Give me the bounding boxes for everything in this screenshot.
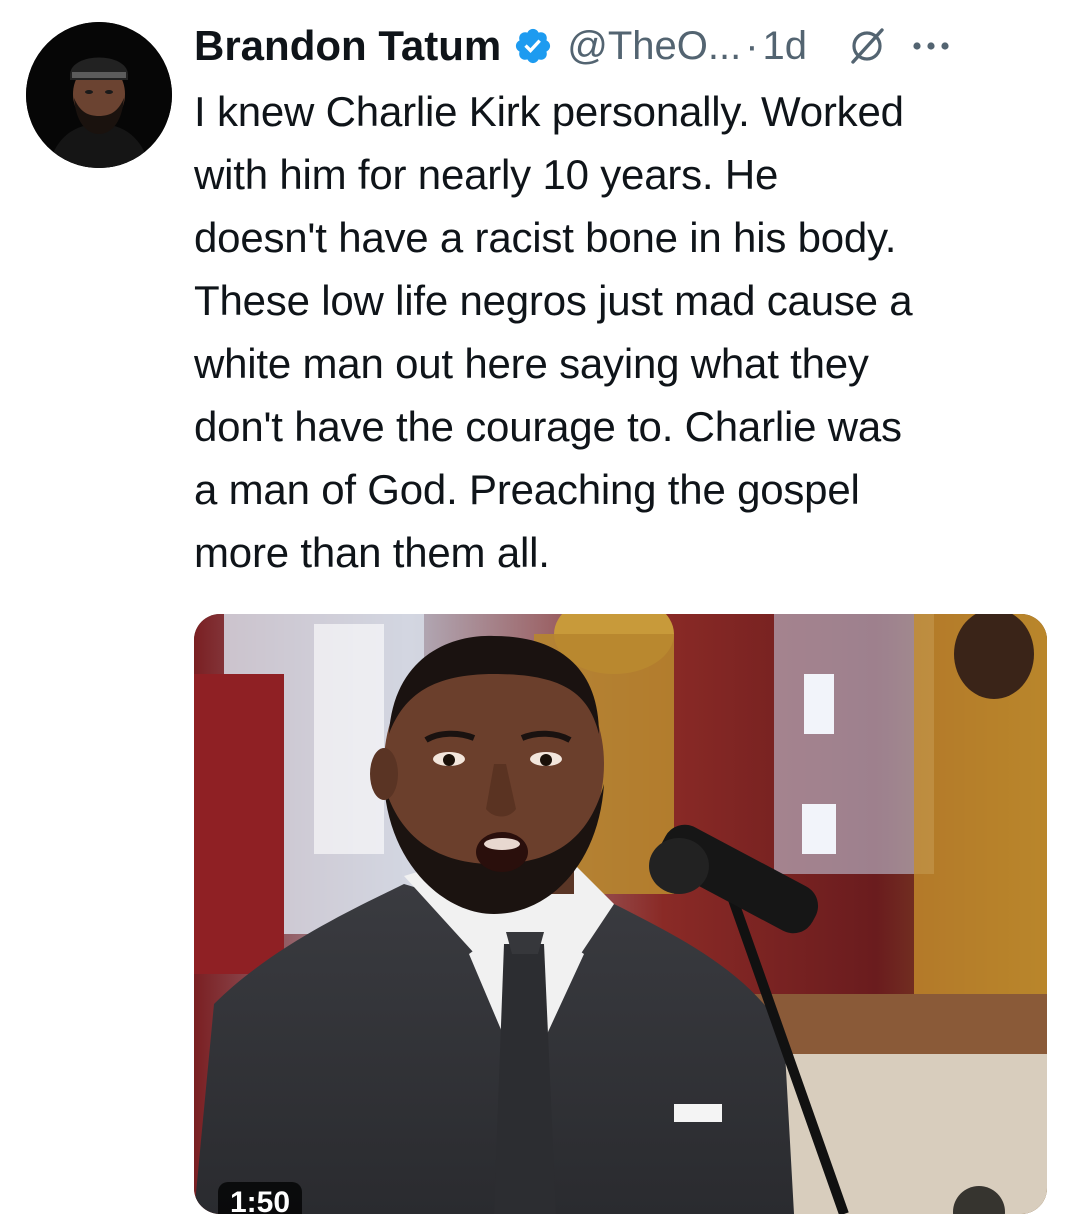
separator-dot: · [745, 23, 759, 68]
tweet[interactable]: Brandon Tatum @TheO... · 1d I knew Charl… [0, 0, 1073, 1214]
video-frame-image [194, 614, 1047, 1214]
author-display-name[interactable]: Brandon Tatum [194, 22, 501, 70]
video-thumbnail[interactable]: 1:50 [194, 614, 1047, 1214]
author-avatar[interactable] [26, 22, 172, 168]
tweet-text: I knew Charlie Kirk personally. Worked w… [194, 88, 913, 576]
author-handle[interactable]: @TheO... [567, 24, 741, 69]
avatar-image [26, 22, 172, 168]
video-duration: 1:50 [218, 1182, 303, 1214]
grok-icon[interactable] [847, 26, 887, 66]
verified-badge-icon[interactable] [513, 26, 553, 66]
tweet-timestamp[interactable]: 1d [763, 24, 808, 69]
tweet-header: Brandon Tatum @TheO... · 1d [194, 16, 1054, 76]
more-options-icon[interactable] [909, 26, 953, 66]
